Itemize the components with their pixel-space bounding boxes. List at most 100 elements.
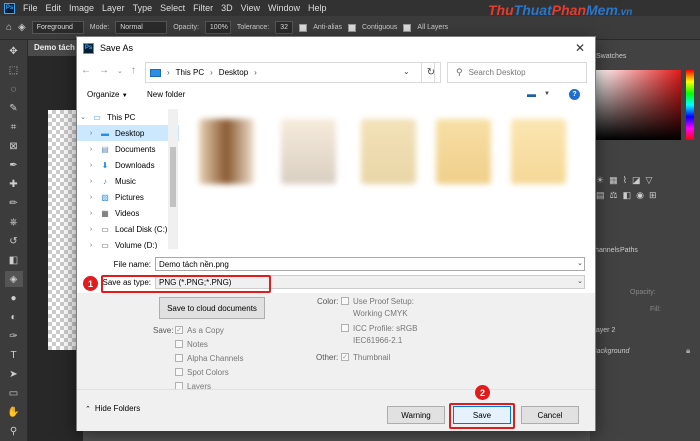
pen-tool-icon[interactable]: ✑ [5,328,23,344]
opacity-input[interactable]: 100% [204,21,231,34]
home-icon[interactable]: ⌂ [6,22,12,33]
color-picker-field[interactable] [596,70,681,140]
levels-icon[interactable]: ▦ [609,175,618,186]
quick-select-tool-icon[interactable]: ✎ [5,100,23,116]
tolerance-input[interactable]: 32 [275,21,294,34]
fill-source-select[interactable]: Foreground [31,21,84,34]
option-thumbnail[interactable]: ✓ Thumbnail [341,350,390,364]
chevron-right-icon[interactable]: › [87,178,95,185]
tree-item-this-pc[interactable]: ⌄ ▭ This PC [77,109,179,125]
type-tool-icon[interactable]: T [5,347,23,363]
tab-swatches[interactable]: Swatches [596,53,626,60]
menu-layer[interactable]: Layer [102,3,125,13]
menu-help[interactable]: Help [308,3,327,13]
photo-filter-icon[interactable]: ◉ [636,190,644,201]
brightness-icon[interactable]: ☀ [596,175,604,186]
checkbox[interactable] [175,368,183,376]
view-mode-icon[interactable]: ▬ [527,89,536,99]
menu-3d[interactable]: 3D [221,3,233,13]
back-arrow-icon[interactable]: ← [81,65,91,76]
checkbox[interactable] [341,324,349,332]
crop-tool-icon[interactable]: ⌗ [5,119,23,135]
zoom-tool-icon[interactable]: ⚲ [5,423,23,439]
option-icc-profile[interactable]: ICC Profile: sRGB [341,321,417,335]
tree-item-videos[interactable]: › ▦ Videos [77,205,179,221]
forward-arrow-icon[interactable]: → [99,65,109,76]
vibrance-icon[interactable]: ▤ [596,190,605,201]
help-icon[interactable]: ? [569,89,580,100]
save-to-cloud-button[interactable]: Save to cloud documents [159,297,265,319]
option-spot-colors[interactable]: Spot Colors [175,365,265,379]
tree-item-desktop[interactable]: › ▬ Desktop [77,125,179,141]
curves-icon[interactable]: ⌇ [623,175,627,186]
menu-select[interactable]: Select [160,3,185,13]
tree-item-documents[interactable]: › ▤ Documents [77,141,179,157]
hide-folders-toggle[interactable]: ⌃ Hide Folders [85,404,140,413]
cancel-button[interactable]: Cancel [521,406,579,424]
chevron-right-icon[interactable]: › [87,226,95,233]
checkmark-icon[interactable]: ✓ [341,353,349,361]
file-name-dropdown-icon[interactable]: ⌄ [577,259,583,267]
menu-type[interactable]: Type [133,3,153,13]
chevron-right-icon[interactable]: › [87,130,95,137]
file-thumbnail[interactable] [199,119,254,184]
refresh-icon[interactable]: ↻ [421,62,441,83]
menu-image[interactable]: Image [69,3,94,13]
exposure-icon[interactable]: ◪ [632,175,641,186]
marquee-tool-icon[interactable]: ⬚ [5,62,23,78]
background-layer-name[interactable]: Background [592,348,629,355]
tree-item-downloads[interactable]: › ⬇ Downloads [77,157,179,173]
file-thumbnail[interactable] [511,119,566,184]
brush-tool-icon[interactable]: ✏ [5,195,23,211]
breadcrumb-desktop[interactable]: Desktop [219,68,248,77]
anti-alias-checkbox[interactable] [299,23,308,32]
paint-bucket-icon[interactable]: ◈ [18,22,26,33]
path-select-icon[interactable]: ➤ [5,366,23,382]
mode-select[interactable]: Normal [115,21,168,34]
paint-bucket-tool-icon[interactable]: ◈ [4,271,23,287]
file-thumbnail[interactable] [436,119,491,184]
tree-item-local-disk[interactable]: › ▭ Local Disk (C:) [77,221,179,237]
eyedropper-tool-icon[interactable]: ✒ [5,157,23,173]
menu-filter[interactable]: Filter [193,3,213,13]
menu-view[interactable]: View [241,3,260,13]
close-icon[interactable]: ✕ [573,41,587,55]
tree-item-music[interactable]: › ♪ Music [77,173,179,189]
nav-scrollbar-thumb[interactable] [170,147,176,207]
stamp-tool-icon[interactable]: ⎈ [5,214,23,230]
menu-file[interactable]: File [23,3,38,13]
tab-paths[interactable]: Paths [620,247,638,254]
contiguous-checkbox[interactable] [348,23,356,32]
search-input[interactable]: Search Desktop [469,68,526,77]
gradient-icon[interactable]: ▽ [646,175,653,186]
chevron-right-icon[interactable]: › [87,146,95,153]
lasso-tool-icon[interactable]: ◌ [5,81,23,97]
menu-edit[interactable]: Edit [46,3,62,13]
chevron-right-icon[interactable]: › [87,194,95,201]
checkmark-icon[interactable]: ✓ [175,326,183,334]
rectangle-tool-icon[interactable]: ▭ [5,385,23,401]
save-type-dropdown-icon[interactable]: ⌄ [577,277,583,285]
bw-icon[interactable]: ◧ [623,190,632,201]
warning-button[interactable]: Warning [387,406,445,424]
chevron-right-icon[interactable]: › [87,162,95,169]
eraser-tool-icon[interactable]: ◧ [5,252,23,268]
blur-tool-icon[interactable]: ● [5,290,23,306]
option-as-copy[interactable]: ✓ As a Copy [175,323,265,337]
organize-menu[interactable]: Organize ▼ [87,90,128,99]
option-proof-setup[interactable]: Use Proof Setup: [341,294,414,308]
breadcrumb-this-pc[interactable]: This PC [176,68,204,77]
mixer-icon[interactable]: ⊞ [649,190,657,201]
chevron-right-icon[interactable]: › [87,242,95,249]
tree-item-pictures[interactable]: › ▨ Pictures [77,189,179,205]
address-bar[interactable]: › This PC › Desktop › [145,62,435,83]
search-box[interactable]: ⚲ Search Desktop [447,62,587,83]
address-dropdown-icon[interactable]: ⌄ [403,67,410,76]
checkbox[interactable] [175,354,183,362]
file-thumbnail[interactable] [361,119,416,184]
file-thumbnail[interactable] [281,119,336,184]
up-arrow-icon[interactable]: ↑ [131,65,136,76]
hue-slider[interactable] [686,70,694,140]
history-brush-icon[interactable]: ↺ [5,233,23,249]
dodge-tool-icon[interactable]: ◐ [5,309,23,325]
